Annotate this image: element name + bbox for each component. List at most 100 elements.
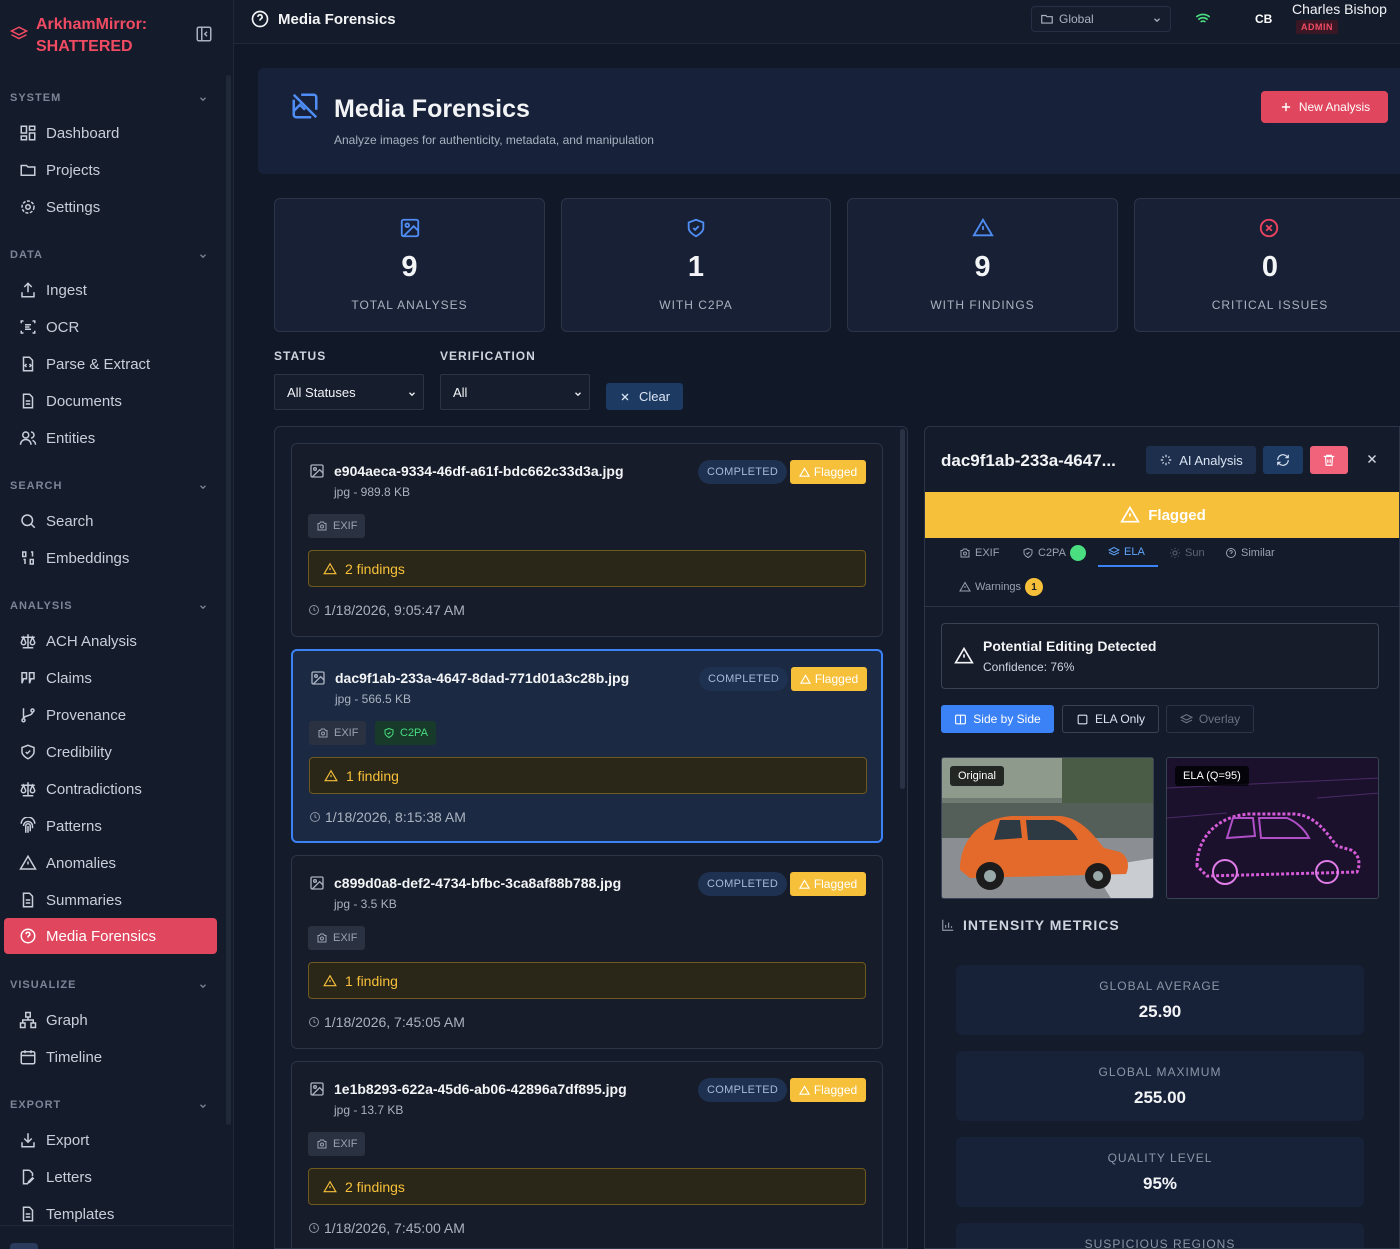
section-export[interactable]: EXPORT (10, 1099, 210, 1119)
tab-label: C2PA (1038, 547, 1066, 559)
findings-summary[interactable]: 2 findings (308, 550, 866, 587)
project-scope-select[interactable]: Global (1031, 6, 1171, 32)
sidebar-item-credibility[interactable]: Credibility (4, 734, 217, 770)
metric-quality-level: QUALITY LEVEL 95% (956, 1137, 1364, 1207)
tab-exif[interactable]: EXIF (959, 539, 999, 567)
sidebar-item-letters[interactable]: Letters (4, 1159, 217, 1195)
shield-check-icon (384, 727, 394, 739)
delete-button[interactable] (1310, 446, 1348, 474)
sidebar-item-provenance[interactable]: Provenance (4, 697, 217, 733)
close-icon[interactable] (1365, 452, 1379, 466)
sidebar-item-label: Ingest (46, 281, 87, 299)
sidebar-collapse-icon[interactable] (195, 25, 213, 43)
camera-icon (317, 521, 327, 531)
question-circle-icon (18, 926, 38, 946)
sidebar-item-export[interactable]: Export (4, 1122, 217, 1158)
analysis-card[interactable]: e904aeca-9334-46df-a61f-bdc662c33d3a.jpg… (291, 443, 883, 637)
fingerprint-icon (18, 816, 38, 836)
tab-c2pa[interactable]: C2PA (1022, 539, 1086, 567)
sidebar-item-graph[interactable]: Graph (4, 1002, 217, 1038)
sidebar-item-patterns[interactable]: Patterns (4, 808, 217, 844)
upload-icon (18, 280, 38, 300)
tab-sun[interactable]: Sun (1169, 539, 1205, 567)
overlay-button[interactable]: Overlay (1166, 705, 1254, 733)
metric-label: GLOBAL AVERAGE (1099, 979, 1221, 993)
sidebar-item-dashboard[interactable]: Dashboard (4, 115, 217, 151)
sidebar-item-contradictions[interactable]: Contradictions (4, 771, 217, 807)
warning-icon (971, 217, 994, 239)
findings-count: 1 finding (345, 972, 398, 989)
ela-image[interactable]: ELA (Q=95) (1166, 757, 1379, 899)
section-analysis[interactable]: ANALYSIS (10, 600, 210, 620)
analysis-card[interactable]: c899d0a8-def2-4734-bfbc-3ca8af88b788.jpg… (291, 855, 883, 1049)
sidebar-item-label: Provenance (46, 706, 127, 724)
sidebar-item-label: Patterns (46, 817, 102, 835)
sidebar-item-search[interactable]: Search (4, 503, 217, 539)
ai-analysis-button[interactable]: AI Analysis (1146, 446, 1256, 474)
exif-tag: EXIF (308, 514, 366, 538)
section-visualize[interactable]: VISUALIZE (10, 979, 210, 999)
tag-label: EXIF (333, 932, 358, 944)
analysis-list: e904aeca-9334-46df-a61f-bdc662c33d3a.jpg… (274, 426, 908, 1249)
clear-filters-button[interactable]: Clear (606, 383, 683, 410)
sidebar-item-ingest[interactable]: Ingest (4, 272, 217, 308)
status-filter-select[interactable]: All Statuses (274, 374, 424, 410)
detail-title: dac9f1ab-233a-4647... (941, 451, 1116, 470)
list-scrollbar[interactable] (900, 429, 905, 789)
sidebar-item-claims[interactable]: Claims (4, 660, 217, 696)
tab-label: EXIF (975, 547, 1000, 559)
network-icon (18, 1010, 38, 1030)
original-label: Original (950, 766, 1004, 786)
findings-summary[interactable]: 1 finding (308, 962, 866, 999)
tab-warnings[interactable]: Warnings 1 (959, 573, 1044, 601)
sidebar-item-ocr[interactable]: OCR (4, 309, 217, 345)
sidebar-item-label: Credibility (46, 743, 112, 761)
file-name: c899d0a8-def2-4734-bfbc-3ca8af88b788.jpg (334, 875, 622, 891)
sidebar-item-anomalies[interactable]: Anomalies (4, 845, 217, 881)
section-system[interactable]: SYSTEM (10, 92, 210, 112)
sidebar-item-summaries[interactable]: Summaries (4, 882, 217, 918)
ela-only-button[interactable]: ELA Only (1062, 705, 1159, 733)
refresh-icon (1276, 453, 1290, 467)
flagged-banner-label: Flagged (1148, 506, 1206, 524)
editing-detected-alert: Potential Editing Detected Confidence: 7… (941, 623, 1379, 689)
stat-with-c2pa: 1 WITH C2PA (561, 198, 831, 332)
page-header: Media Forensics Analyze images for authe… (258, 68, 1400, 174)
sidebar-item-entities[interactable]: Entities (4, 420, 217, 456)
side-by-side-button[interactable]: Side by Side (941, 705, 1054, 733)
avatar[interactable]: CB (1255, 12, 1272, 26)
sidebar-item-projects[interactable]: Projects (4, 152, 217, 188)
refresh-button[interactable] (1263, 446, 1303, 474)
sidebar-item-label: Summaries (46, 891, 122, 909)
brand-line-1: ArkhamMirror: (36, 16, 148, 33)
tag-label: EXIF (333, 520, 358, 532)
analysis-card-selected[interactable]: dac9f1ab-233a-4647-8dad-771d01a3c28b.jpg… (291, 649, 883, 843)
tab-similar[interactable]: Similar (1225, 539, 1275, 567)
verification-filter-select[interactable]: All (440, 374, 590, 410)
file-text-icon (18, 890, 38, 910)
sidebar-footer (0, 1225, 233, 1249)
new-analysis-button[interactable]: New Analysis (1261, 91, 1388, 123)
brand[interactable]: ArkhamMirror: SHATTERED (10, 13, 220, 59)
sidebar-item-settings[interactable]: Settings (4, 189, 217, 225)
clock-icon (309, 605, 319, 615)
view-button-label: ELA Only (1094, 712, 1146, 726)
sidebar-item-timeline[interactable]: Timeline (4, 1039, 217, 1075)
findings-summary[interactable]: 1 finding (309, 757, 867, 794)
tab-ela[interactable]: ELA (1098, 539, 1158, 567)
findings-summary[interactable]: 2 findings (308, 1168, 866, 1205)
section-search[interactable]: SEARCH (10, 480, 210, 500)
section-data[interactable]: DATA (10, 249, 210, 269)
sidebar-item-media-forensics[interactable]: Media Forensics (4, 918, 217, 954)
sidebar-scrollbar[interactable] (226, 75, 231, 1125)
sidebar-item-ach-analysis[interactable]: ACH Analysis (4, 623, 217, 659)
sidebar-item-documents[interactable]: Documents (4, 383, 217, 419)
sidebar-item-parse-extract[interactable]: Parse & Extract (4, 346, 217, 382)
sidebar-item-embeddings[interactable]: Embeddings (4, 540, 217, 576)
original-image[interactable]: Original (941, 757, 1154, 899)
analysis-card[interactable]: 1e1b8293-622a-45d6-ab06-42896a7df895.jpg… (291, 1061, 883, 1248)
tab-label: Warnings (975, 581, 1022, 593)
intensity-metrics-heading: INTENSITY METRICS (941, 917, 1120, 933)
image-file-icon (309, 1081, 325, 1097)
findings-count: 2 findings (345, 560, 405, 577)
